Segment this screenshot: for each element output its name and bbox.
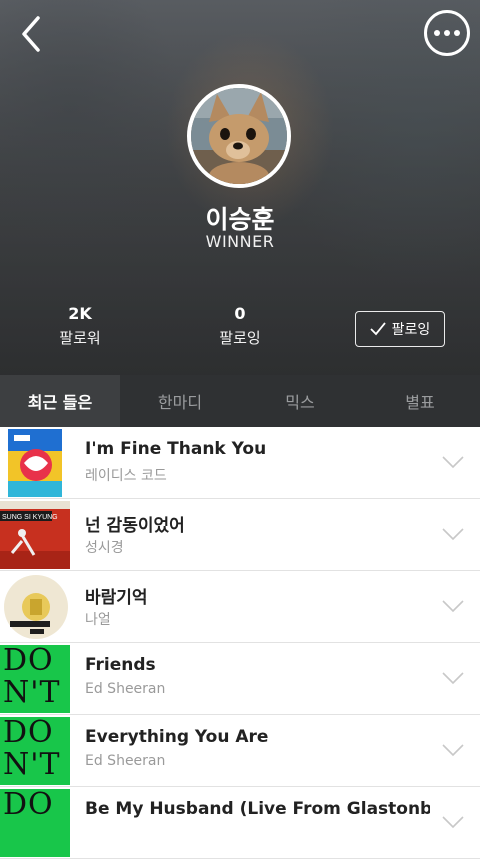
- album-art-text: SUNG SI KYUNG: [2, 514, 58, 521]
- chevron-down-icon[interactable]: [442, 527, 464, 541]
- tab-starred[interactable]: 별표: [360, 375, 480, 427]
- chevron-left-icon: [22, 16, 40, 52]
- album-art: [0, 573, 70, 641]
- follow-button-label: 팔로잉: [391, 322, 431, 338]
- track-artist: 성시경: [85, 540, 124, 556]
- album-art: DO N'T: [0, 717, 70, 785]
- track-row[interactable]: DO N'T Friends Ed Sheeran: [0, 643, 480, 715]
- track-title: 넌 감동이었어: [85, 516, 185, 536]
- track-title: Everything You Are: [85, 727, 269, 747]
- profile-header: 이승훈 WINNER 2K 팔로워 0 팔로잉 팔로잉: [0, 0, 480, 375]
- track-row[interactable]: DO N'T Everything You Are Ed Sheeran: [0, 715, 480, 787]
- following-label: 팔로잉: [219, 329, 261, 347]
- chevron-down-icon[interactable]: [442, 455, 464, 469]
- chevron-down-icon[interactable]: [442, 743, 464, 757]
- track-row[interactable]: 바람기억 나얼: [0, 571, 480, 643]
- back-button[interactable]: [14, 12, 50, 56]
- chevron-down-icon[interactable]: [442, 815, 464, 829]
- track-artist: Ed Sheeran: [85, 753, 166, 769]
- dog-avatar-image: [191, 88, 287, 184]
- avatar[interactable]: [187, 84, 291, 188]
- more-icon: [434, 30, 440, 36]
- track-title: 바람기억: [85, 588, 148, 608]
- album-art: DO: [0, 789, 70, 857]
- track-artist: 나얼: [85, 612, 111, 628]
- album-art: SUNG SI KYUNG: [0, 501, 70, 569]
- profile-name: 이승훈: [205, 205, 275, 234]
- album-art: DO N'T: [0, 645, 70, 713]
- tab-mix[interactable]: 믹스: [240, 375, 360, 427]
- followers-count: 2K: [68, 304, 92, 323]
- track-row[interactable]: DO Be My Husband (Live From Glastonbury: [0, 787, 480, 859]
- track-title: Be My Husband (Live From Glastonbury: [85, 799, 430, 819]
- track-artist: Ed Sheeran: [85, 681, 166, 697]
- tab-comments[interactable]: 한마디: [120, 375, 240, 427]
- track-artist: 레이디스 코드: [85, 468, 167, 484]
- track-row[interactable]: I'm Fine Thank You 레이디스 코드: [0, 427, 480, 499]
- track-list: I'm Fine Thank You 레이디스 코드 SUNG SI KYUNG…: [0, 427, 480, 859]
- follow-button[interactable]: 팔로잉: [355, 311, 445, 347]
- followers-stat[interactable]: 2K 팔로워: [20, 304, 140, 348]
- chevron-down-icon[interactable]: [442, 599, 464, 613]
- chevron-down-icon[interactable]: [442, 671, 464, 685]
- followers-label: 팔로워: [59, 329, 101, 347]
- track-row[interactable]: SUNG SI KYUNG 넌 감동이었어 성시경: [0, 499, 480, 571]
- following-stat[interactable]: 0 팔로잉: [180, 304, 300, 348]
- tab-recent[interactable]: 최근 들은: [0, 375, 120, 427]
- album-art-text: DO N'T: [0, 645, 70, 713]
- check-icon: [370, 322, 386, 336]
- profile-subtitle: WINNER: [205, 232, 275, 251]
- album-art: [0, 429, 70, 497]
- album-art-text: DO N'T: [0, 717, 70, 785]
- album-art-text: DO: [0, 789, 70, 857]
- track-title: Friends: [85, 655, 156, 675]
- tab-bar: 최근 들은 한마디 믹스 별표: [0, 375, 480, 427]
- following-count: 0: [234, 304, 246, 323]
- track-title: I'm Fine Thank You: [85, 439, 267, 459]
- more-button[interactable]: [424, 10, 470, 56]
